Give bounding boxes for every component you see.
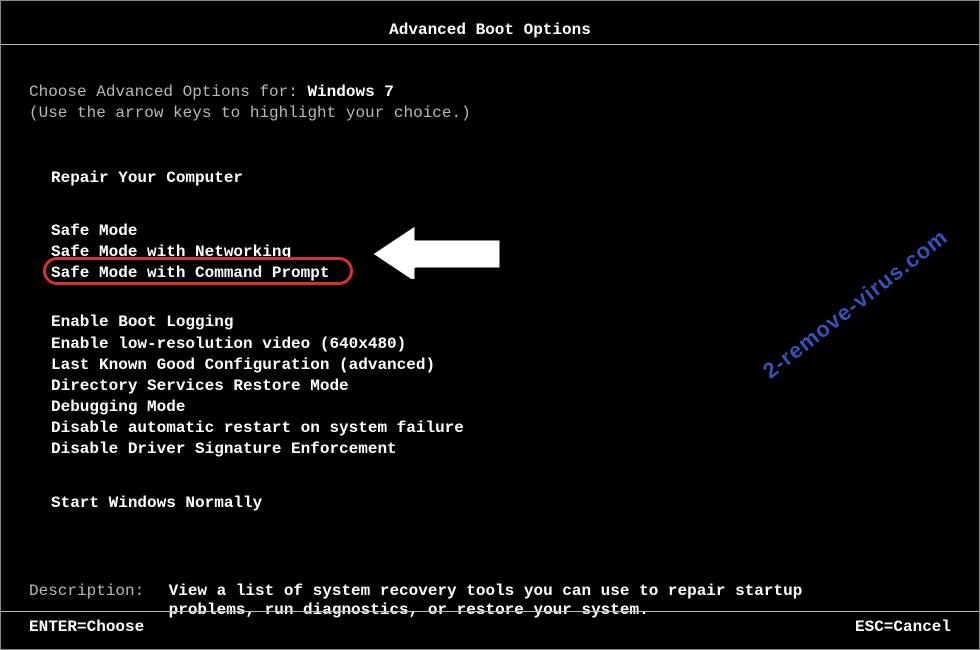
menu-item-ds-restore[interactable]: Directory Services Restore Mode [51,376,951,397]
menu-group-normal: Start Windows Normally [51,493,951,514]
menu-group-advanced: Enable Boot Logging Enable low-resolutio… [51,312,951,460]
menu-item-debugging[interactable]: Debugging Mode [51,397,951,418]
choose-prompt: Choose Advanced Options for: Windows 7 [29,83,951,102]
footer-enter: ENTER=Choose [29,618,144,637]
menu-item-label: Safe Mode with Command Prompt [51,264,329,282]
menu-item-low-res[interactable]: Enable low-resolution video (640x480) [51,334,951,355]
menu-item-boot-logging[interactable]: Enable Boot Logging [51,312,951,333]
menu-item-start-normally[interactable]: Start Windows Normally [51,493,951,514]
prompt-prefix: Choose Advanced Options for: [29,83,307,101]
menu-group-safemode: Safe Mode Safe Mode with Networking Safe… [51,221,951,285]
os-name: Windows 7 [307,83,393,101]
footer-divider [1,611,979,612]
menu-group-repair: Repair Your Computer [51,168,951,189]
menu-item-safe-mode[interactable]: Safe Mode [51,221,951,242]
description-label: Description: [29,582,159,601]
boot-menu[interactable]: Repair Your Computer Safe Mode Safe Mode… [51,168,951,514]
menu-item-last-known-good[interactable]: Last Known Good Configuration (advanced) [51,355,951,376]
arrow-key-hint: (Use the arrow keys to highlight your ch… [29,104,951,123]
menu-item-disable-driver-sig[interactable]: Disable Driver Signature Enforcement [51,439,951,460]
menu-item-safe-mode-networking[interactable]: Safe Mode with Networking [51,242,951,263]
boot-options-screen: Advanced Boot Options Choose Advanced Op… [0,0,980,650]
page-title: Advanced Boot Options [29,21,951,40]
menu-item-repair[interactable]: Repair Your Computer [51,168,951,189]
menu-item-disable-auto-restart[interactable]: Disable automatic restart on system fail… [51,418,951,439]
title-divider [1,44,979,45]
footer-bar: ENTER=Choose ESC=Cancel [1,611,979,637]
footer-esc: ESC=Cancel [855,618,951,637]
menu-item-safe-mode-cmd[interactable]: Safe Mode with Command Prompt [51,263,329,284]
